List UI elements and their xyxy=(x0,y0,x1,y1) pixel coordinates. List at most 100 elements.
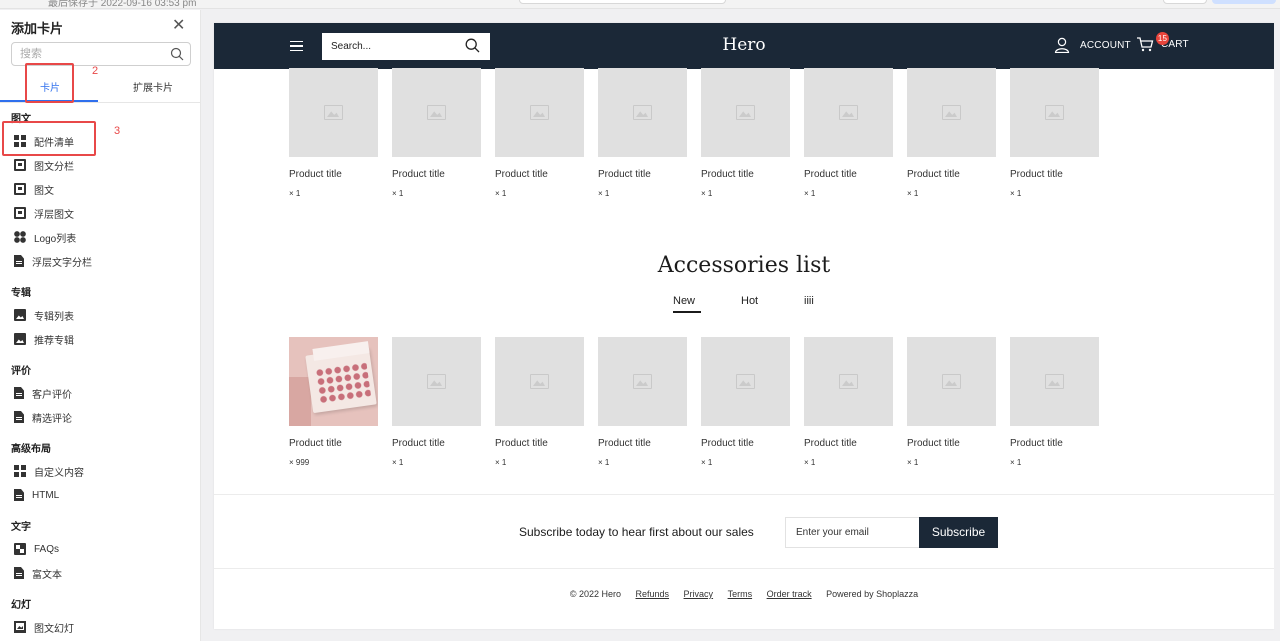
product-title: Product title xyxy=(495,438,548,449)
sidebar-item-featured-comments[interactable]: 精选评论 xyxy=(14,409,72,425)
search-icon[interactable] xyxy=(465,38,480,53)
search-icon[interactable] xyxy=(170,47,184,61)
product-card[interactable]: Product title × 1 xyxy=(495,68,584,198)
hamburger-menu-icon[interactable] xyxy=(290,41,303,51)
sidebar-item-label: 专辑列表 xyxy=(34,311,74,323)
sidebar-item-faqs[interactable]: FAQs xyxy=(14,541,59,557)
product-title: Product title xyxy=(598,438,651,449)
tab-hot[interactable]: Hot xyxy=(741,295,758,307)
product-image-placeholder xyxy=(495,337,584,426)
cart-icon xyxy=(1137,37,1154,52)
product-title: Product title xyxy=(907,169,960,180)
sidebar-item-image-text-columns[interactable]: 图文分栏 xyxy=(14,157,74,173)
image-placeholder-icon xyxy=(633,374,652,389)
product-card[interactable]: Product title × 1 xyxy=(598,337,687,467)
sidebar-item-custom-content[interactable]: 自定义内容 xyxy=(14,463,84,479)
product-card[interactable]: Product title × 1 xyxy=(701,337,790,467)
sidebar-item-customer-reviews[interactable]: 客户评价 xyxy=(14,385,72,401)
product-card[interactable]: Product title × 1 xyxy=(598,68,687,198)
product-card[interactable]: Product title × 1 xyxy=(495,337,584,467)
preview-scrollbar[interactable] xyxy=(1274,23,1280,629)
product-image-placeholder xyxy=(1010,337,1099,426)
sidebar-item-label: Logo列表 xyxy=(34,233,77,245)
product-qty: × 1 xyxy=(392,458,404,467)
product-image-placeholder xyxy=(289,68,378,157)
email-field[interactable] xyxy=(786,518,916,547)
product-qty: × 1 xyxy=(701,458,713,467)
product-qty: × 1 xyxy=(598,458,610,467)
sidebar-item-rich-text[interactable]: 富文本 xyxy=(14,565,62,581)
footer-link-refunds[interactable]: Refunds xyxy=(636,589,670,599)
sidebar-item-image-text[interactable]: 图文 xyxy=(14,181,54,197)
product-card[interactable]: Product title × 1 xyxy=(1010,337,1099,467)
product-qty: × 1 xyxy=(1010,189,1022,198)
toolbar-button[interactable] xyxy=(1163,0,1207,4)
sidebar-item-label: 图文幻灯 xyxy=(34,623,74,635)
image-placeholder-icon xyxy=(427,105,446,120)
product-qty: × 1 xyxy=(495,458,507,467)
product-card[interactable]: Product title × 1 xyxy=(289,68,378,198)
product-card[interactable]: Product title × 1 xyxy=(804,337,893,467)
product-image-placeholder xyxy=(495,68,584,157)
close-icon[interactable]: ✕ xyxy=(172,15,185,35)
image-text-icon xyxy=(14,183,26,195)
sidebar-item-featured-album[interactable]: 推荐专辑 xyxy=(14,331,74,347)
sidebar-item-overlay-image-text[interactable]: 浮层图文 xyxy=(14,205,74,221)
footer-link-privacy[interactable]: Privacy xyxy=(684,589,714,599)
product-image-placeholder xyxy=(804,337,893,426)
annotation-number-3: 3 xyxy=(114,125,121,137)
tab-new[interactable]: New xyxy=(673,295,702,313)
product-card[interactable]: Product title × 1 xyxy=(907,68,996,198)
powered-by-text: Powered by Shoplazza xyxy=(826,589,919,599)
subscribe-button[interactable]: Subscribe xyxy=(919,517,998,548)
product-card[interactable]: Product title × 1 xyxy=(804,68,893,198)
product-qty: × 1 xyxy=(1010,458,1022,467)
sidebar-item-label: 图文分栏 xyxy=(34,161,74,173)
product-image-placeholder xyxy=(907,337,996,426)
product-card[interactable]: Product title × 1 xyxy=(392,337,481,467)
product-title: Product title xyxy=(598,169,651,180)
product-title: Product title xyxy=(289,438,342,449)
sidebar-item-album-list[interactable]: 专辑列表 xyxy=(14,307,74,323)
tab-iiii[interactable]: iiii xyxy=(804,295,814,307)
account-link[interactable]: ACCOUNT xyxy=(1054,37,1131,53)
sidebar-item-label: FAQs xyxy=(34,543,60,555)
product-card[interactable]: Product title × 1 xyxy=(1010,68,1099,198)
top-product-row: Product title × 1 Product title × 1 Produc… xyxy=(289,68,1119,208)
document-icon xyxy=(14,255,24,267)
group-title-reviews: 评价 xyxy=(11,366,31,377)
cart-link[interactable]: 15 CART xyxy=(1136,32,1189,53)
tab-extended-cards[interactable]: 扩展卡片 xyxy=(133,79,173,94)
group-title-text: 文字 xyxy=(11,522,31,533)
account-label: ACCOUNT xyxy=(1080,39,1131,51)
product-card[interactable]: Product title × 1 xyxy=(701,68,790,198)
document-icon xyxy=(14,411,24,423)
image-placeholder-icon xyxy=(736,374,755,389)
product-card[interactable]: Product title × 999 xyxy=(289,337,378,467)
sidebar-item-html[interactable]: HTML xyxy=(14,487,59,503)
toolbar-primary-button[interactable] xyxy=(1212,0,1276,4)
sidebar-item-logo-list[interactable]: Logo列表 xyxy=(14,229,76,245)
image-placeholder-icon xyxy=(324,105,343,120)
product-qty: × 1 xyxy=(804,458,816,467)
store-search-input[interactable] xyxy=(322,33,452,60)
store-header: Hero ACCOUNT 15 CART xyxy=(214,23,1274,69)
product-qty: × 1 xyxy=(289,189,301,198)
sidebar-item-label: 精选评论 xyxy=(32,413,72,425)
product-qty: × 1 xyxy=(701,189,713,198)
footer-link-order-track[interactable]: Order track xyxy=(767,589,812,599)
dots-grid-icon xyxy=(14,231,26,243)
group-title-slideshow: 幻灯 xyxy=(11,600,31,611)
sidebar-item-label: 推荐专辑 xyxy=(34,335,74,347)
sidebar-item-overlay-text-columns[interactable]: 浮层文字分栏 xyxy=(14,253,92,269)
product-image-placeholder xyxy=(701,68,790,157)
store-footer: © 2022 Hero Refunds Privacy Terms Order … xyxy=(214,589,1274,603)
footer-link-terms[interactable]: Terms xyxy=(728,589,753,599)
card-search-input[interactable] xyxy=(12,43,162,65)
page-selector[interactable] xyxy=(519,0,726,4)
product-image-placeholder xyxy=(598,68,687,157)
document-icon xyxy=(14,567,24,579)
product-card[interactable]: Product title × 1 xyxy=(392,68,481,198)
sidebar-item-image-slideshow[interactable]: 图文幻灯 xyxy=(14,619,74,635)
product-card[interactable]: Product title × 1 xyxy=(907,337,996,467)
